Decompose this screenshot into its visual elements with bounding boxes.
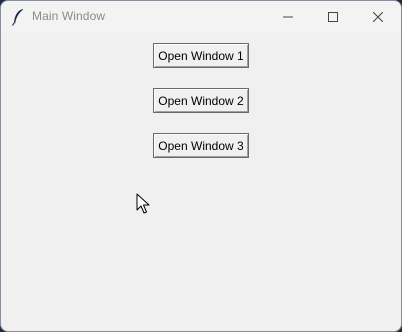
- maximize-icon: [328, 11, 338, 22]
- open-window-2-button[interactable]: Open Window 2: [153, 88, 249, 113]
- close-button[interactable]: [355, 1, 401, 32]
- open-window-1-button[interactable]: Open Window 1: [153, 43, 249, 68]
- open-window-3-button[interactable]: Open Window 3: [153, 133, 249, 158]
- minimize-icon: [283, 16, 293, 17]
- main-window: Main Window Open Window 1 Open Window 2 …: [0, 0, 402, 332]
- window-title: Main Window: [32, 9, 106, 23]
- close-icon: [373, 11, 383, 22]
- feather-icon: [11, 9, 23, 26]
- title-bar[interactable]: Main Window: [1, 1, 401, 32]
- maximize-button[interactable]: [310, 1, 356, 32]
- minimize-button[interactable]: [265, 1, 311, 32]
- mouse-pointer-icon: [136, 193, 150, 214]
